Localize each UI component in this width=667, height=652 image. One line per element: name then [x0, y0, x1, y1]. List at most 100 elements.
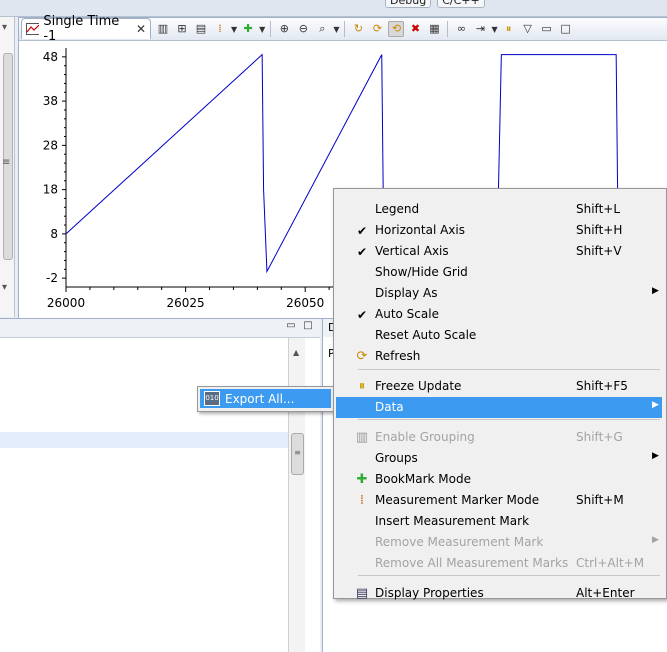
menu-item-label: BookMark Mode	[375, 472, 471, 486]
list-item[interactable]	[0, 432, 288, 448]
menu-item-vertical-axis[interactable]: ✔ Vertical Axis Shift+V	[336, 241, 662, 262]
y-tick-label: 8	[50, 227, 58, 241]
menu-item-label: Auto Scale	[375, 307, 439, 321]
menu-item-freeze-update[interactable]: ⏸ Freeze Update Shift+F5	[336, 376, 662, 397]
chevron-down-icon[interactable]: ▼	[231, 25, 237, 34]
chevron-down-icon[interactable]: ▼	[333, 25, 339, 34]
scrollbar-thumb[interactable]: ≡	[291, 433, 304, 475]
menu-item-label: Insert Measurement Mark	[375, 514, 530, 528]
menu-item-label: Remove Measurement Mark	[375, 535, 544, 549]
menu-item-shortcut: Shift+G	[576, 430, 623, 444]
menu-item-show-hide-grid[interactable]: Show/Hide Grid	[336, 262, 662, 283]
menu-item-label: Display Properties	[375, 586, 484, 600]
chart-icon	[26, 23, 40, 35]
marker-icon[interactable]: ⁞	[212, 21, 228, 37]
menu-item-label: Data	[375, 400, 404, 414]
menu-item-display-as[interactable]: Display As ▶	[336, 283, 662, 304]
zoom-in-icon[interactable]: ⊕	[276, 21, 292, 37]
tab-single-time[interactable]: Single Time -1 ✕	[21, 14, 151, 44]
refresh-icon[interactable]: ↻	[350, 21, 366, 37]
auto-refresh-icon[interactable]: ⟲	[388, 21, 405, 37]
chevron-down-icon[interactable]: ▼	[259, 25, 265, 34]
menu-item-label: Vertical Axis	[375, 244, 449, 258]
marker-icon: ⁞	[359, 493, 365, 508]
checkmark-icon: ✔	[356, 245, 368, 259]
menu-item-refresh[interactable]: ⟳ Refresh	[336, 346, 662, 367]
menu-item-shortcut: Shift+L	[576, 202, 621, 216]
zoom-fit-icon[interactable]: ⌕	[314, 21, 330, 37]
menu-item-groups[interactable]: Groups ▶	[336, 448, 662, 469]
remove-icon[interactable]: ✖	[407, 21, 423, 37]
chevron-down-icon[interactable]: ▾	[2, 22, 7, 33]
perspective-debug[interactable]: Debug	[385, 0, 432, 8]
perspective-cpp[interactable]: C/C++	[437, 0, 485, 8]
left-side-panel: ▾ ≡ ▾	[0, 17, 15, 317]
y-tick-label: 48	[43, 50, 58, 64]
y-tick-label: 28	[43, 138, 58, 152]
menu-item-label: Reset Auto Scale	[375, 328, 477, 342]
menu-item-measurement-marker-mode[interactable]: ⁞ Measurement Marker Mode Shift+M	[336, 490, 662, 511]
menu-separator	[358, 369, 660, 370]
chevron-right-icon: ▶	[652, 286, 659, 296]
menu-item-label: Show/Hide Grid	[375, 265, 468, 279]
menu-item-label: Export All...	[225, 391, 295, 406]
y-tick-label: 38	[43, 94, 58, 108]
minimize-icon[interactable]: ▭	[285, 320, 297, 332]
chevron-down-icon[interactable]: ▼	[491, 25, 497, 34]
menu-item-remove-all-measurement-marks[interactable]: Remove All Measurement Marks Ctrl+Alt+M	[336, 553, 662, 574]
menu-item-horizontal-axis[interactable]: ✔ Horizontal Axis Shift+H	[336, 220, 662, 241]
chevron-down-icon[interactable]: ▾	[2, 282, 7, 293]
menu-item-display-properties[interactable]: ▤ Display Properties Alt+Enter	[336, 583, 662, 604]
properties-icon: ▤	[355, 586, 369, 601]
y-tick-label: 18	[43, 183, 58, 197]
scroll-up-icon[interactable]: ▲	[293, 348, 299, 357]
save-icon: 010	[204, 391, 220, 406]
menu-item-export-all[interactable]: 010 Export All...	[200, 389, 331, 408]
menu-item-label: Refresh	[375, 349, 421, 363]
grouping-icon: ▥	[355, 430, 369, 445]
menu-item-label: Horizontal Axis	[375, 223, 465, 237]
bookmark-icon: ✚	[356, 472, 368, 487]
minimize-icon[interactable]: ▭	[539, 21, 555, 37]
x-tick-label: 26050	[286, 296, 324, 310]
menu-item-shortcut: Shift+F5	[576, 379, 628, 393]
binoculars-icon[interactable]: ∞	[453, 21, 469, 37]
menu-item-shortcut: Alt+Enter	[576, 586, 635, 600]
menu-item-shortcut: Ctrl+Alt+M	[576, 556, 645, 570]
freeze-icon: ⏸	[358, 379, 366, 394]
menu-item-bookmark-mode[interactable]: ✚ BookMark Mode	[336, 469, 662, 490]
menu-separator	[358, 419, 660, 420]
menu-item-label: Display As	[375, 286, 438, 300]
y-tick-label: -2	[46, 271, 58, 285]
properties-icon[interactable]: ▦	[426, 21, 442, 37]
bookmark-icon[interactable]: ✚	[240, 21, 256, 37]
checkmark-icon: ✔	[356, 308, 368, 322]
chevron-right-icon: ▶	[652, 535, 659, 545]
view-menu-icon[interactable]: ▽	[520, 21, 536, 37]
menu-item-label: Measurement Marker Mode	[375, 493, 540, 507]
freeze-icon[interactable]: ⏸	[501, 21, 517, 37]
maximize-icon[interactable]: □	[302, 320, 314, 332]
lower-left-panel: ▭ □ ▲ ≡	[0, 318, 320, 652]
align-icon[interactable]: ⊞	[174, 21, 190, 37]
menu-item-legend[interactable]: Legend Shift+L	[336, 199, 662, 220]
perspective-switcher: Debug C/C++	[385, 0, 485, 8]
x-tick-label: 26025	[167, 296, 205, 310]
columns-icon[interactable]: ▤	[193, 21, 209, 37]
menu-item-label: Remove All Measurement Marks	[375, 556, 569, 570]
zoom-out-icon[interactable]: ⊖	[295, 21, 311, 37]
bar-chart-icon[interactable]: ▥	[155, 21, 171, 37]
menu-item-reset-auto-scale[interactable]: Reset Auto Scale	[336, 325, 662, 346]
menu-item-data[interactable]: Data ▶	[336, 397, 662, 418]
context-menu: Legend Shift+L ✔ Horizontal Axis Shift+H ✔ Ver…	[333, 188, 667, 601]
menu-item-enable-grouping[interactable]: ▥ Enable Grouping Shift+G	[336, 427, 662, 448]
close-icon[interactable]: ✕	[136, 22, 146, 36]
menu-item-remove-measurement-mark[interactable]: Remove Measurement Mark ▶	[336, 532, 662, 553]
panel-header: ▭ □	[0, 319, 320, 338]
menu-item-auto-scale[interactable]: ✔ Auto Scale	[336, 304, 662, 325]
menu-item-insert-measurement-mark[interactable]: Insert Measurement Mark	[336, 511, 662, 532]
step-icon[interactable]: ⇥	[472, 21, 488, 37]
refresh-all-icon[interactable]: ⟳	[369, 21, 385, 37]
view-tab-bar: Single Time -1 ✕ ▥ ⊞ ▤ ⁞ ▼ ✚ ▼ ⊕ ⊖ ⌕ ▼ ↻…	[19, 14, 667, 44]
maximize-icon[interactable]: □	[558, 21, 574, 37]
